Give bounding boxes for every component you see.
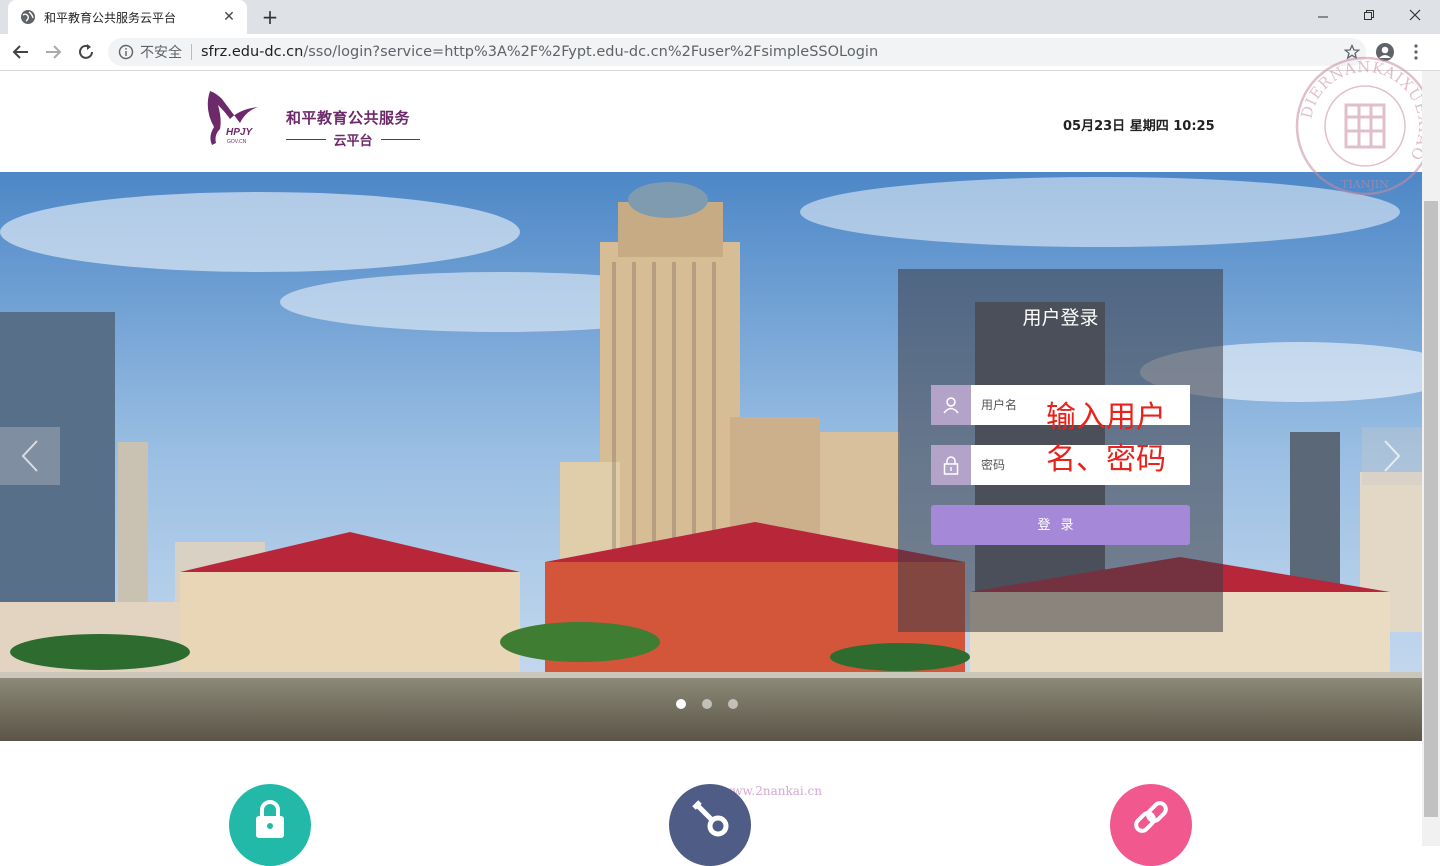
url-text: sfrz.edu-dc.cn/sso/login?service=http%3A… <box>201 44 878 60</box>
security-label: 不安全 <box>140 45 182 61</box>
login-button[interactable]: 登录 <box>931 505 1190 545</box>
globe-icon <box>21 10 35 24</box>
restore-button[interactable] <box>1346 0 1392 30</box>
close-window-button[interactable] <box>1392 0 1438 30</box>
carousel-prev-button[interactable] <box>0 427 60 485</box>
browser-toolbar: 不安全 sfrz.edu-dc.cn/sso/login?service=htt… <box>0 34 1440 71</box>
logo-rule <box>286 139 326 140</box>
close-tab-icon[interactable]: ✕ <box>221 9 237 25</box>
feature-link[interactable] <box>1110 784 1192 866</box>
lock-icon <box>931 445 971 485</box>
feature-access[interactable] <box>669 784 751 866</box>
url-host: sfrz.edu-dc.cn <box>201 44 304 60</box>
logo-mark-text: HPJY <box>226 127 253 138</box>
features-section: www.2nankai.cn <box>0 741 1422 866</box>
minimize-icon <box>1318 16 1328 18</box>
carousel-dot[interactable] <box>728 699 738 709</box>
reload-button[interactable] <box>74 40 98 64</box>
url-path: /sso/login?service=http%3A%2F%2Fypt.edu-… <box>303 44 879 60</box>
close-icon <box>1409 9 1421 21</box>
logo-line1: 和平教育公共服务 <box>286 109 411 127</box>
link-icon <box>1134 801 1168 833</box>
annotation-line1: 输入用户 <box>1046 400 1166 435</box>
minimize-button[interactable] <box>1300 0 1346 30</box>
chevron-right-icon <box>1384 440 1401 472</box>
forward-button[interactable] <box>41 40 65 64</box>
carousel-next-button[interactable] <box>1362 427 1422 485</box>
key-icon <box>692 800 729 837</box>
login-title: 用户登录 <box>1022 307 1099 329</box>
new-tab-button[interactable]: + <box>258 5 282 29</box>
logo-rule <box>380 139 421 140</box>
logo-line2: 云平台 <box>333 134 373 149</box>
address-bar[interactable]: 不安全 sfrz.edu-dc.cn/sso/login?service=htt… <box>108 38 1366 66</box>
lock-icon <box>256 800 284 838</box>
back-button[interactable] <box>9 40 33 64</box>
scrollbar-thumb[interactable] <box>1424 201 1438 817</box>
site-logo-text[interactable]: 和平教育公共服务 云平台 <box>286 107 421 149</box>
carousel-dot[interactable] <box>676 699 686 709</box>
site-header: HPJY GOV.CN 和平教育公共服务 云平台 05月23日 星期四 10:2… <box>0 71 1422 172</box>
hero-carousel: 用户登录 输入用户 名、密码 登录 <box>0 172 1422 741</box>
hpjy-logo-icon[interactable]: HPJY GOV.CN <box>200 89 264 149</box>
seal-bottom-text: TIANJIN <box>1341 178 1389 191</box>
restore-icon <box>1364 10 1374 20</box>
chevron-left-icon <box>21 440 38 472</box>
instruction-annotation: 输入用户 名、密码 <box>1046 397 1186 481</box>
arrow-left-icon <box>12 45 28 59</box>
current-datetime: 05月23日 星期四 10:25 <box>1063 119 1215 134</box>
feature-security[interactable] <box>229 784 311 866</box>
carousel-dots <box>676 699 738 709</box>
tab-title: 和平教育公共服务云平台 <box>44 10 177 25</box>
user-icon <box>931 385 971 425</box>
info-icon <box>118 44 134 60</box>
annotation-line2: 名、密码 <box>1046 442 1166 477</box>
logo-mark-subtext: GOV.CN <box>227 139 247 145</box>
browser-tab[interactable]: 和平教育公共服务云平台 ✕ <box>8 0 247 34</box>
school-seal-stamp: DIERNANKAIXUEXIAO TIANJIN <box>1295 56 1435 196</box>
arrow-right-icon <box>46 45 62 59</box>
reload-icon <box>79 44 93 59</box>
logo-line2-row: 云平台 <box>286 130 421 149</box>
page-scrollbar[interactable] <box>1422 71 1440 846</box>
browser-tab-strip: 和平教育公共服务云平台 ✕ + <box>0 0 1440 34</box>
login-panel: 用户登录 输入用户 名、密码 登录 <box>898 269 1223 632</box>
divider <box>191 44 192 60</box>
carousel-dot[interactable] <box>702 699 712 709</box>
